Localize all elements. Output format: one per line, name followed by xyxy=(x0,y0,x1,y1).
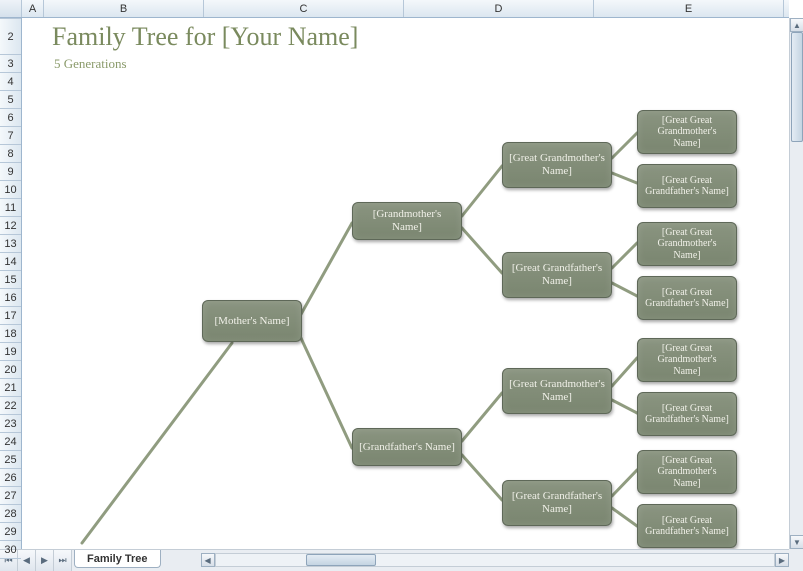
select-all-corner[interactable] xyxy=(0,0,22,17)
row-header-11[interactable]: 11 xyxy=(0,199,21,217)
row-header-4[interactable]: 4 xyxy=(0,73,21,91)
row-header-30[interactable]: 30 xyxy=(0,541,21,559)
node-gg-grandfather-1[interactable]: [Great Great Grandfather's Name] xyxy=(637,164,737,208)
row-header-22[interactable]: 22 xyxy=(0,397,21,415)
node-gg-grandfather-2[interactable]: [Great Great Grandfather's Name] xyxy=(637,276,737,320)
row-header-9[interactable]: 9 xyxy=(0,163,21,181)
row-header-17[interactable]: 17 xyxy=(0,307,21,325)
row-header-25[interactable]: 25 xyxy=(0,451,21,469)
node-label: [Great Great Grandfather's Name] xyxy=(644,287,730,310)
row-header-19[interactable]: 19 xyxy=(0,343,21,361)
column-headers: ABCDE xyxy=(0,0,789,18)
column-header-B[interactable]: B xyxy=(44,0,204,17)
row-header-16[interactable]: 16 xyxy=(0,289,21,307)
row-header-20[interactable]: 20 xyxy=(0,361,21,379)
row-header-15[interactable]: 15 xyxy=(0,271,21,289)
node-grandfather[interactable]: [Grandfather's Name] xyxy=(352,428,462,466)
page-title: Family Tree for [Your Name] xyxy=(52,22,358,52)
node-label: [Great Great Grandmother's Name] xyxy=(644,227,730,262)
node-label: [Grandmother's Name] xyxy=(359,208,455,233)
page-subtitle: 5 Generations xyxy=(54,56,127,72)
row-header-5[interactable]: 5 xyxy=(0,91,21,109)
sheet-footer: ⏮ ◀ ▶ ⏭ Family Tree ◀ ▶ xyxy=(0,549,803,571)
row-header-24[interactable]: 24 xyxy=(0,433,21,451)
row-header-10[interactable]: 10 xyxy=(0,181,21,199)
resize-grip[interactable] xyxy=(789,549,803,571)
node-label: [Mother's Name] xyxy=(215,315,290,328)
tab-nav-last[interactable]: ⏭ xyxy=(54,550,72,571)
column-header-E[interactable]: E xyxy=(594,0,784,17)
row-header-14[interactable]: 14 xyxy=(0,253,21,271)
node-great-grandfather-2[interactable]: [Great Grandfather's Name] xyxy=(502,480,612,526)
node-label: [Great Great Grandmother's Name] xyxy=(644,115,730,150)
sheet-tab-active[interactable]: Family Tree xyxy=(74,550,161,568)
node-gg-grandmother-1[interactable]: [Great Great Grandmother's Name] xyxy=(637,110,737,154)
row-header-18[interactable]: 18 xyxy=(0,325,21,343)
node-label: [Great Grandmother's Name] xyxy=(509,378,605,403)
row-header-28[interactable]: 28 xyxy=(0,505,21,523)
vertical-scrollbar[interactable]: ▲ ▼ xyxy=(789,18,803,549)
column-header-C[interactable]: C xyxy=(204,0,404,17)
row-header-12[interactable]: 12 xyxy=(0,217,21,235)
worksheet-canvas[interactable]: Family Tree for [Your Name] 5 Generation… xyxy=(22,18,789,549)
tab-nav-next[interactable]: ▶ xyxy=(36,550,54,571)
node-gg-grandmother-2[interactable]: [Great Great Grandmother's Name] xyxy=(637,222,737,266)
vertical-scroll-thumb[interactable] xyxy=(791,32,803,142)
node-gg-grandfather-3[interactable]: [Great Great Grandfather's Name] xyxy=(637,392,737,436)
node-label: [Great Great Grandmother's Name] xyxy=(644,343,730,378)
column-header-A[interactable]: A xyxy=(22,0,44,17)
row-header-8[interactable]: 8 xyxy=(0,145,21,163)
node-label: [Great Great Grandfather's Name] xyxy=(644,403,730,426)
column-header-D[interactable]: D xyxy=(404,0,594,17)
row-header-27[interactable]: 27 xyxy=(0,487,21,505)
row-header-6[interactable]: 6 xyxy=(0,109,21,127)
node-label: [Great Great Grandfather's Name] xyxy=(644,175,730,198)
node-label: [Great Grandfather's Name] xyxy=(509,490,605,515)
scroll-right-button[interactable]: ▶ xyxy=(775,553,789,567)
node-label: [Great Grandfather's Name] xyxy=(509,262,605,287)
node-great-grandmother-1[interactable]: [Great Grandmother's Name] xyxy=(502,142,612,188)
node-label: [Great Grandmother's Name] xyxy=(509,152,605,177)
node-label: [Great Great Grandmother's Name] xyxy=(644,455,730,490)
row-header-26[interactable]: 26 xyxy=(0,469,21,487)
row-header-3[interactable]: 3 xyxy=(0,55,21,73)
node-mother[interactable]: [Mother's Name] xyxy=(202,300,302,342)
row-header-2[interactable]: 2 xyxy=(0,19,21,55)
horizontal-scrollbar[interactable]: ◀ ▶ xyxy=(201,550,803,571)
node-label: [Great Great Grandfather's Name] xyxy=(644,515,730,538)
node-gg-grandfather-4[interactable]: [Great Great Grandfather's Name] xyxy=(637,504,737,548)
row-headers: 2345678910111213141516171819202122232425… xyxy=(0,18,22,549)
row-header-29[interactable]: 29 xyxy=(0,523,21,541)
node-great-grandfather-1[interactable]: [Great Grandfather's Name] xyxy=(502,252,612,298)
node-grandmother[interactable]: [Grandmother's Name] xyxy=(352,202,462,240)
scroll-up-button[interactable]: ▲ xyxy=(790,18,803,32)
node-great-grandmother-2[interactable]: [Great Grandmother's Name] xyxy=(502,368,612,414)
row-header-21[interactable]: 21 xyxy=(0,379,21,397)
row-header-23[interactable]: 23 xyxy=(0,415,21,433)
node-label: [Grandfather's Name] xyxy=(359,441,455,454)
horizontal-scroll-track[interactable] xyxy=(215,553,775,567)
scroll-left-button[interactable]: ◀ xyxy=(201,553,215,567)
horizontal-scroll-thumb[interactable] xyxy=(306,554,376,566)
node-gg-grandmother-4[interactable]: [Great Great Grandmother's Name] xyxy=(637,450,737,494)
row-header-7[interactable]: 7 xyxy=(0,127,21,145)
node-gg-grandmother-3[interactable]: [Great Great Grandmother's Name] xyxy=(637,338,737,382)
scroll-down-button[interactable]: ▼ xyxy=(790,535,803,549)
row-header-13[interactable]: 13 xyxy=(0,235,21,253)
sheet-tab-label: Family Tree xyxy=(87,553,148,565)
